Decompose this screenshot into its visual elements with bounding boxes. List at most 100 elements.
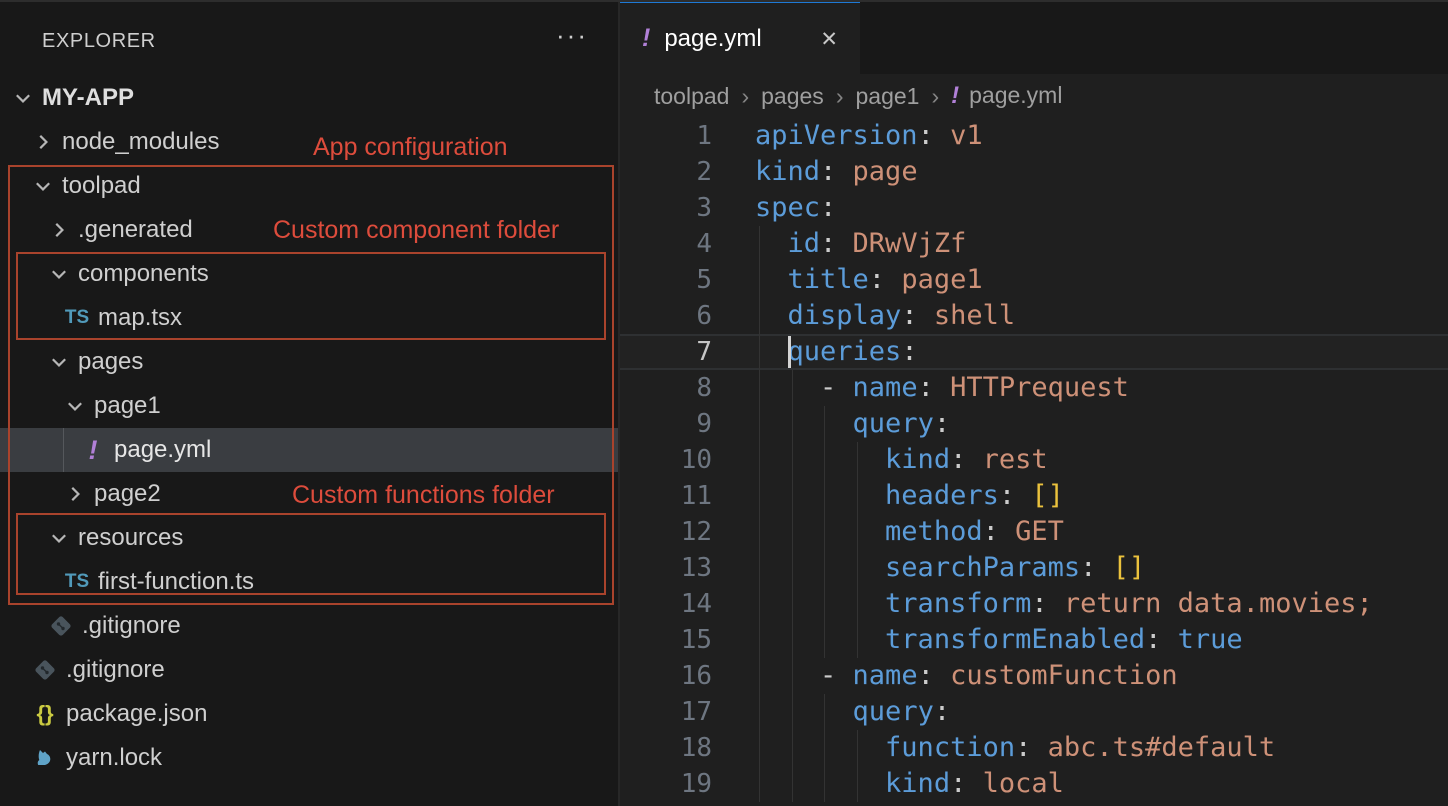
breadcrumb-item-page1[interactable]: page1 [855,83,919,110]
indent-guide [824,406,825,442]
indent-guide [759,298,760,334]
token-pun: : [983,516,1016,547]
tree-root-label: MY-APP [42,84,134,112]
tree-item-first-function-ts[interactable]: TSfirst-function.ts [0,560,618,604]
code-line-13: 13 searchParams: [] [620,550,1448,586]
warning-icon: ! [642,24,650,53]
code-line-2: 2kind: page [620,154,1448,190]
indent-guide [759,586,760,622]
indent-guide [759,262,760,298]
token-pun: : [1015,732,1048,763]
tree-item-page2[interactable]: page2 [0,472,618,516]
token-pun: : [901,300,934,331]
token-val: v1 [950,120,983,151]
tree-item-yarn-lock[interactable]: yarn.lock [0,736,618,780]
token-dash: - [820,660,853,691]
token-pun: : [934,696,950,727]
token-key: display [788,300,902,331]
code-line-12: 12 method: GET [620,514,1448,550]
indent-guide [759,514,760,550]
tree-root-my-app[interactable]: MY-APP [0,76,618,120]
tree-item-node-modules[interactable]: node_modules [0,120,618,164]
tree-item-label: page2 [94,480,161,508]
line-number: 1 [620,118,712,154]
indent-guide [792,442,793,478]
indent-guide [824,586,825,622]
token-val: customFunction [950,660,1178,691]
warning-icon: ! [80,435,106,466]
tree-item-gitignore[interactable]: .gitignore [0,604,618,648]
indent-guide [759,478,760,514]
tree-item-label: toolpad [62,172,141,200]
line-number: 17 [620,694,712,730]
tree-item-label: yarn.lock [66,744,162,772]
indent-guide [759,370,760,406]
line-number: 4 [620,226,712,262]
indent-guide [824,730,825,766]
tree-item-resources[interactable]: resources [0,516,618,560]
tree-item-pages[interactable]: pages [0,340,618,384]
breadcrumb-item-toolpad[interactable]: toolpad [654,83,729,110]
chevron-down-icon [64,395,86,417]
token-key: function [885,732,1015,763]
token-val: local [983,768,1064,799]
tab-page-yml[interactable]: ! page.yml ✕ [620,0,860,74]
code-line-15: 15 transformEnabled: true [620,622,1448,658]
breadcrumb-label: toolpad [654,83,729,109]
code-line-18: 18 function: abc.ts#default [620,730,1448,766]
token-key: query [853,696,934,727]
code-area[interactable]: 1apiVersion: v12kind: page3spec:4 id: DR… [620,118,1448,806]
token-bool: true [1178,624,1243,655]
token-val: DRwVjZf [853,228,967,259]
breadcrumb-item-page-yml[interactable]: ! page.yml [951,82,1062,110]
tree-item-page-yml[interactable]: !page.yml [0,428,618,472]
token-key: query [853,408,934,439]
chevron-right-icon [48,219,70,241]
breadcrumb-separator: › [741,83,749,110]
indent-guide [759,658,760,694]
indent-guide [759,730,760,766]
token-pun: : [918,372,951,403]
token-pun: : [950,444,983,475]
line-number: 7 [620,334,712,370]
chevron-down-icon [12,87,34,109]
tree-item-package-json[interactable]: {}package.json [0,692,618,736]
tree-item-label: components [78,260,209,288]
more-actions-icon[interactable]: ··· [556,20,588,51]
tree-item-generated[interactable]: .generated [0,208,618,252]
token-pun: : [901,336,917,367]
tree-item-label: map.tsx [98,304,182,332]
tree-item-gitignore[interactable]: .gitignore [0,648,618,692]
close-icon[interactable]: ✕ [820,27,838,51]
indent-guide [824,514,825,550]
editor-group: ! page.yml ✕ toolpad›pages›page1›!page.y… [620,0,1448,806]
code-line-6: 6 display: shell [620,298,1448,334]
tree-item-page1[interactable]: page1 [0,384,618,428]
code-line-4: 4 id: DRwVjZf [620,226,1448,262]
code-line-8: 8 - name: HTTPrequest [620,370,1448,406]
indent-guide [759,550,760,586]
tree-item-label: .gitignore [66,656,165,684]
explorer-title: EXPLORER [42,30,156,53]
breadcrumb-label: page.yml [969,82,1062,108]
breadcrumb-item-pages[interactable]: pages [761,83,824,110]
line-number: 3 [620,190,712,226]
indent-guide [759,442,760,478]
line-number: 15 [620,622,712,658]
indent-guide [792,658,793,694]
tree-item-label: node_modules [62,128,219,156]
warning-icon: ! [951,82,959,109]
token-pun: : [820,192,836,223]
indent-guide [857,766,858,802]
indent-guide [759,334,760,370]
tree-item-components[interactable]: components [0,252,618,296]
chevron-right-icon [32,131,54,153]
indent-guide [824,478,825,514]
code-line-7: 7 queries: [620,334,1448,370]
token-key: kind [885,768,950,799]
line-number: 8 [620,370,712,406]
token-key: apiVersion [755,120,918,151]
tree-item-toolpad[interactable]: toolpad [0,164,618,208]
tree-item-map-tsx[interactable]: TSmap.tsx [0,296,618,340]
breadcrumb-separator: › [931,83,939,110]
